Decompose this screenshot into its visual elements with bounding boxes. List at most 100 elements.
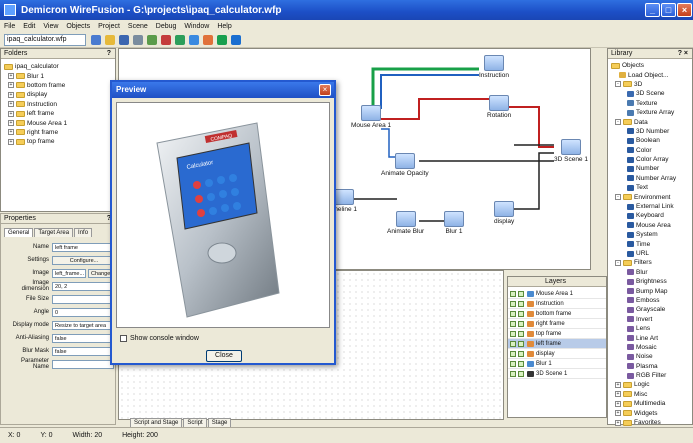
folder-item[interactable]: + Mouse Area 1 — [4, 118, 113, 127]
display-mode-select[interactable]: Resize to target area — [52, 320, 114, 330]
library-item[interactable]: + Misc — [611, 390, 690, 399]
library-item[interactable]: Lens — [611, 324, 690, 333]
preview-icon[interactable] — [189, 34, 199, 45]
settings-icon[interactable] — [133, 34, 143, 45]
library-item[interactable]: - Environment — [611, 192, 690, 201]
layer-row[interactable]: display — [508, 349, 606, 359]
layer-row[interactable]: Mouse Area 1 — [508, 289, 606, 299]
node-3d-scene[interactable]: 3D Scene 1 — [554, 139, 588, 163]
library-item[interactable]: + Favorites — [611, 418, 690, 427]
library-item[interactable]: Invert — [611, 315, 690, 324]
library-item[interactable]: + Logic — [611, 380, 690, 389]
visible-checkbox[interactable] — [510, 320, 516, 327]
library-item[interactable]: Brightness — [611, 277, 690, 286]
lock-checkbox[interactable] — [518, 320, 524, 327]
folder-item[interactable]: + Instruction — [4, 100, 113, 109]
library-item[interactable]: Keyboard — [611, 211, 690, 220]
folder-item[interactable]: ipaq_calculator — [4, 62, 113, 71]
library-item[interactable]: Color — [611, 146, 690, 155]
expand-icon[interactable]: + — [615, 410, 621, 417]
library-item[interactable]: 3D Number — [611, 127, 690, 136]
lock-checkbox[interactable] — [518, 370, 524, 377]
library-item[interactable]: RGB Filter — [611, 371, 690, 380]
visible-checkbox[interactable] — [510, 290, 516, 297]
library-item[interactable]: 3D Scene — [611, 89, 690, 98]
library-item[interactable]: Text — [611, 183, 690, 192]
menu-window[interactable]: Window — [184, 23, 209, 30]
menu-view[interactable]: View — [43, 23, 58, 30]
configure-button[interactable]: Configure... — [52, 255, 114, 265]
library-item[interactable]: Bump Map — [611, 286, 690, 295]
library-item[interactable]: Noise — [611, 352, 690, 361]
node-animate-blur[interactable]: Animate Blur — [387, 211, 424, 235]
node-mouse-area[interactable]: Mouse Area 1 — [351, 105, 391, 129]
layer-row[interactable]: Instruction — [508, 299, 606, 309]
library-item[interactable]: + Widgets — [611, 408, 690, 417]
expand-icon[interactable]: + — [8, 110, 14, 117]
expand-icon[interactable]: - — [615, 119, 621, 126]
expand-icon[interactable]: + — [8, 82, 14, 89]
lock-checkbox[interactable] — [518, 350, 524, 357]
expand-icon[interactable]: + — [8, 91, 14, 98]
visible-checkbox[interactable] — [510, 360, 516, 367]
library-item[interactable]: Number — [611, 164, 690, 173]
library-item[interactable]: System — [611, 230, 690, 239]
library-item[interactable]: Blur — [611, 268, 690, 277]
expand-icon[interactable]: + — [8, 73, 14, 80]
console-checkbox-row[interactable]: Show console window — [120, 335, 199, 342]
anti-aliasing-select[interactable]: false — [52, 333, 114, 343]
visible-checkbox[interactable] — [510, 370, 516, 377]
console-checkbox[interactable] — [120, 335, 127, 342]
publish-icon[interactable] — [217, 34, 227, 45]
library-item[interactable]: Number Array — [611, 174, 690, 183]
library-item[interactable]: Grayscale — [611, 305, 690, 314]
node-blur[interactable]: Blur 1 — [444, 211, 464, 235]
folder-item[interactable]: + top frame — [4, 137, 113, 146]
visible-checkbox[interactable] — [510, 340, 516, 347]
preview-close-button[interactable]: Close — [206, 350, 242, 362]
library-item[interactable]: Texture — [611, 99, 690, 108]
library-item[interactable]: Plasma — [611, 362, 690, 371]
folder-item[interactable]: + right frame — [4, 128, 113, 137]
library-item[interactable]: URL — [611, 249, 690, 258]
library-item[interactable]: Color Array — [611, 155, 690, 164]
layer-row[interactable]: 3D Scene 1 — [508, 369, 606, 379]
expand-icon[interactable]: + — [8, 101, 14, 108]
folder-item[interactable]: + bottom frame — [4, 81, 113, 90]
run-icon[interactable] — [175, 34, 185, 45]
layer-row[interactable]: Blur 1 — [508, 359, 606, 369]
layer-row[interactable]: left frame — [508, 339, 606, 349]
expand-icon[interactable]: + — [8, 120, 14, 127]
tab-target-area[interactable]: Target Area — [34, 228, 74, 237]
save-icon[interactable] — [119, 34, 129, 45]
library-item[interactable]: - Filters — [611, 258, 690, 267]
visible-checkbox[interactable] — [510, 330, 516, 337]
expand-icon[interactable]: - — [615, 194, 621, 201]
node-instruction[interactable]: Instruction — [479, 55, 509, 79]
library-item[interactable]: Objects — [611, 61, 690, 70]
play-icon[interactable] — [147, 34, 157, 45]
folder-item[interactable]: + Blur 1 — [4, 71, 113, 80]
expand-icon[interactable]: - — [615, 81, 621, 88]
library-item[interactable]: - Data — [611, 117, 690, 126]
tab-general[interactable]: General — [4, 228, 34, 237]
menu-debug[interactable]: Debug — [156, 23, 177, 30]
library-item[interactable]: Load Object... — [611, 70, 690, 79]
lock-checkbox[interactable] — [518, 330, 524, 337]
project-select[interactable]: ipaq_calculator.wfp — [4, 33, 86, 46]
preview-viewport[interactable]: COMPAQ Calculator — [116, 102, 330, 328]
library-item[interactable]: Time — [611, 239, 690, 248]
menu-file[interactable]: File — [4, 23, 15, 30]
library-item[interactable]: Line Art — [611, 333, 690, 342]
library-item[interactable]: Emboss — [611, 296, 690, 305]
library-item[interactable]: -3D — [611, 80, 690, 89]
parameter-name-field[interactable] — [52, 359, 114, 369]
node-display[interactable]: display — [494, 201, 514, 225]
library-item[interactable]: Mouse Area — [611, 221, 690, 230]
node-animate-opacity[interactable]: Animate Opacity — [381, 153, 429, 177]
menu-scene[interactable]: Scene — [128, 23, 148, 30]
lock-checkbox[interactable] — [518, 360, 524, 367]
folder-item[interactable]: + left frame — [4, 109, 113, 118]
open-icon[interactable] — [105, 34, 115, 45]
blur-mask-select[interactable]: false — [52, 346, 114, 356]
